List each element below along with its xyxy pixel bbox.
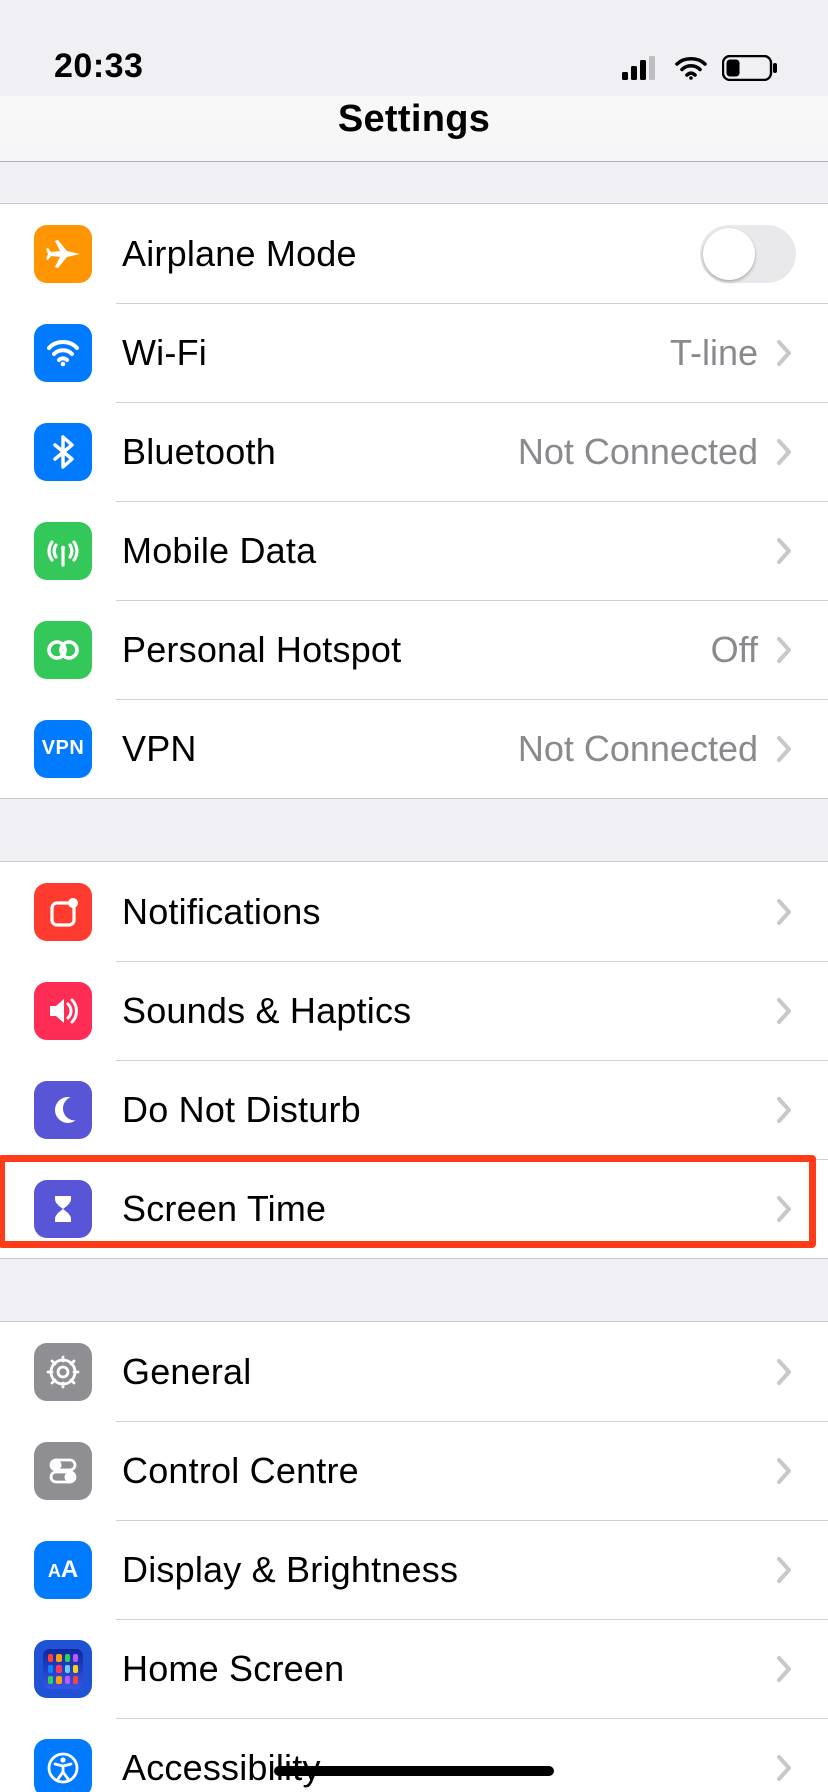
hotspot-icon — [34, 621, 92, 679]
row-vpn[interactable]: VPN VPN Not Connected — [0, 699, 828, 798]
battery-icon — [722, 55, 778, 86]
nav-bar: Settings — [0, 96, 828, 162]
row-sounds-haptics[interactable]: Sounds & Haptics — [0, 961, 828, 1060]
chevron-right-icon — [772, 1654, 796, 1684]
row-label: Sounds & Haptics — [122, 990, 411, 1032]
airplane-toggle[interactable] — [700, 225, 796, 283]
bluetooth-icon — [34, 423, 92, 481]
airplane-icon — [34, 225, 92, 283]
wifi-icon — [34, 324, 92, 382]
notifications-icon — [34, 883, 92, 941]
chevron-right-icon — [772, 1456, 796, 1486]
row-control-centre[interactable]: Control Centre — [0, 1421, 828, 1520]
speaker-icon — [34, 982, 92, 1040]
cellular-signal-icon — [622, 56, 660, 85]
row-label: Airplane Mode — [122, 233, 357, 275]
status-bar: 20:33 — [0, 0, 828, 96]
row-label: Personal Hotspot — [122, 629, 401, 671]
row-label: Screen Time — [122, 1188, 326, 1230]
row-wifi[interactable]: Wi-Fi T-line — [0, 303, 828, 402]
settings-group-general: General Control Centre AA Display & Brig… — [0, 1322, 828, 1792]
switches-icon — [34, 1442, 92, 1500]
section-spacer — [0, 162, 828, 204]
chevron-right-icon — [772, 635, 796, 665]
row-home-screen[interactable]: Home Screen — [0, 1619, 828, 1718]
row-display-brightness[interactable]: AA Display & Brightness — [0, 1520, 828, 1619]
row-value: Off — [711, 629, 758, 671]
home-grid-icon — [34, 1640, 92, 1698]
accessibility-icon — [34, 1739, 92, 1792]
row-do-not-disturb[interactable]: Do Not Disturb — [0, 1060, 828, 1159]
settings-group-connectivity: Airplane Mode Wi-Fi T-line Bluetooth Not… — [0, 204, 828, 798]
chevron-right-icon — [772, 1194, 796, 1224]
chevron-right-icon — [772, 338, 796, 368]
row-label: General — [122, 1351, 251, 1393]
row-value: T-line — [670, 332, 758, 374]
row-label: Control Centre — [122, 1450, 359, 1492]
text-size-icon: AA — [34, 1541, 92, 1599]
chevron-right-icon — [772, 996, 796, 1026]
row-label: Mobile Data — [122, 530, 316, 572]
row-label: VPN — [122, 728, 197, 770]
status-indicators — [622, 55, 778, 86]
row-general[interactable]: General — [0, 1322, 828, 1421]
gear-icon — [34, 1343, 92, 1401]
row-bluetooth[interactable]: Bluetooth Not Connected — [0, 402, 828, 501]
chevron-right-icon — [772, 897, 796, 927]
chevron-right-icon — [772, 1357, 796, 1387]
row-label: Bluetooth — [122, 431, 276, 473]
row-value: Not Connected — [518, 728, 758, 770]
row-mobile-data[interactable]: Mobile Data — [0, 501, 828, 600]
section-spacer — [0, 799, 828, 862]
row-label: Home Screen — [122, 1648, 344, 1690]
chevron-right-icon — [772, 1555, 796, 1585]
hourglass-icon — [34, 1180, 92, 1238]
row-label: Display & Brightness — [122, 1549, 458, 1591]
row-airplane-mode[interactable]: Airplane Mode — [0, 204, 828, 303]
page-title: Settings — [338, 98, 490, 141]
section-spacer — [0, 1259, 828, 1322]
chevron-right-icon — [772, 1095, 796, 1125]
settings-group-notifications: Notifications Sounds & Haptics Do Not Di… — [0, 862, 828, 1258]
row-value: Not Connected — [518, 431, 758, 473]
row-label: Wi-Fi — [122, 332, 207, 374]
home-indicator[interactable] — [274, 1766, 554, 1776]
vpn-icon: VPN — [34, 720, 92, 778]
row-label: Notifications — [122, 891, 321, 933]
chevron-right-icon — [772, 734, 796, 764]
row-label: Do Not Disturb — [122, 1089, 361, 1131]
row-notifications[interactable]: Notifications — [0, 862, 828, 961]
chevron-right-icon — [772, 536, 796, 566]
row-screen-time[interactable]: Screen Time — [0, 1159, 828, 1258]
row-personal-hotspot[interactable]: Personal Hotspot Off — [0, 600, 828, 699]
chevron-right-icon — [772, 437, 796, 467]
antenna-icon — [34, 522, 92, 580]
chevron-right-icon — [772, 1753, 796, 1783]
status-time: 20:33 — [54, 47, 143, 86]
moon-icon — [34, 1081, 92, 1139]
row-accessibility[interactable]: Accessibility — [0, 1718, 828, 1792]
wifi-status-icon — [674, 56, 708, 85]
settings-screen: 20:33 Settings Airplane Mode — [0, 0, 828, 1792]
